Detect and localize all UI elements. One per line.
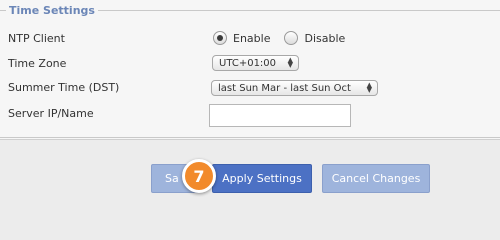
ntp-disable-radio[interactable] [284,31,299,45]
select-arrows-icon: ▲ ▼ [366,81,372,94]
time-zone-label: Time Zone [8,57,67,70]
cancel-changes-label: Cancel Changes [331,172,421,185]
radio-selected-dot [217,35,223,41]
time-zone-value: UTC+01:00 [219,57,277,69]
ntp-enable-label[interactable]: Enable [233,32,270,45]
ntp-client-label: NTP Client [8,32,65,45]
apply-settings-button[interactable]: Apply Settings [212,164,312,193]
ntp-enable-radio[interactable] [213,31,227,45]
step-callout-badge: 7 [182,159,216,193]
dst-label: Summer Time (DST) [8,81,120,94]
server-label: Server IP/Name [8,107,94,120]
server-input[interactable] [209,104,351,127]
time-zone-select[interactable]: UTC+01:00 ▲ ▼ [212,55,299,71]
dst-value: last Sun Mar - last Sun Oct [218,82,351,94]
section-title: Time Settings [6,4,98,17]
ntp-client-radio-group: Enable Disable [213,31,355,45]
ntp-disable-label[interactable]: Disable [304,32,345,45]
dst-select[interactable]: last Sun Mar - last Sun Oct ▲ ▼ [211,80,378,96]
cancel-changes-button[interactable]: Cancel Changes [322,164,430,193]
settings-panel: Time Settings NTP Client Enable Disable … [0,0,500,140]
save-button-label: Sa [165,172,179,185]
select-arrows-icon: ▲ ▼ [287,56,293,69]
step-number: 7 [193,166,205,186]
apply-settings-label: Apply Settings [222,172,302,185]
